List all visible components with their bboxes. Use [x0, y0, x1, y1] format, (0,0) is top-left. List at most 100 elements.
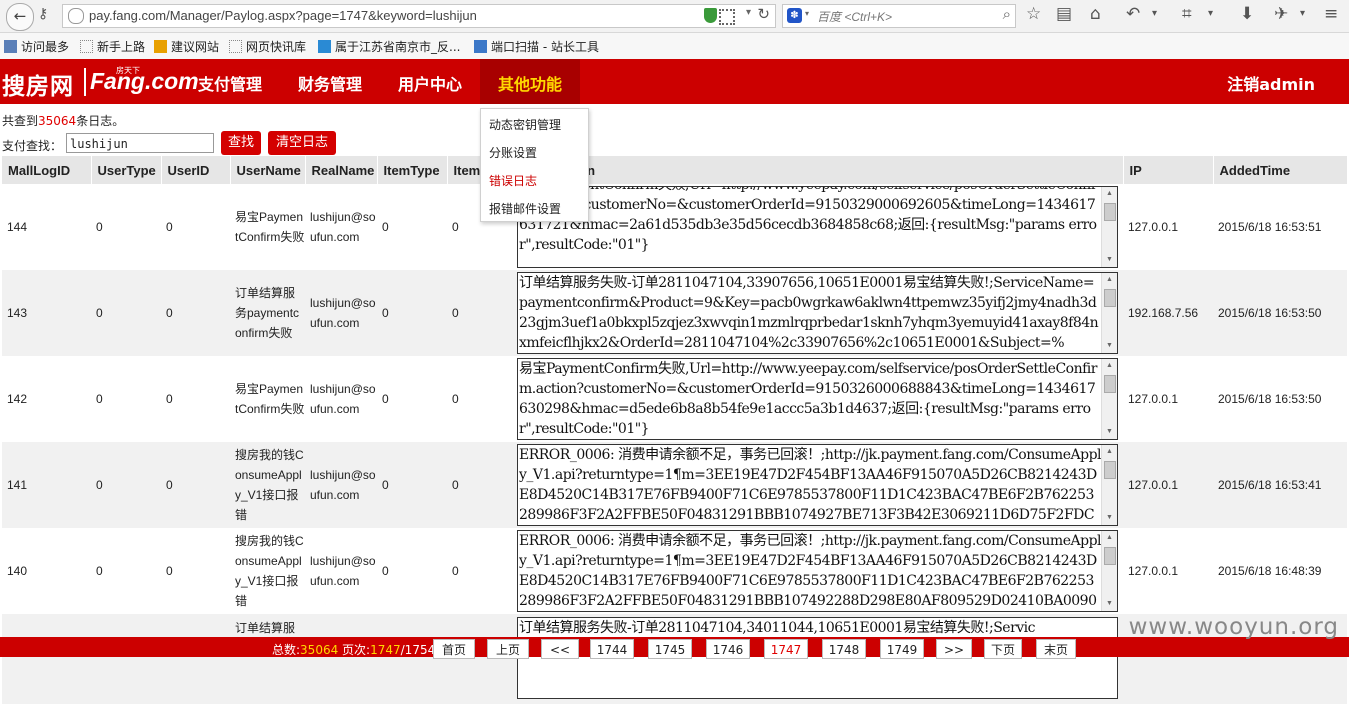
column-header[interactable]: UserName [230, 156, 306, 184]
scroll-down-icon[interactable]: ▼ [1104, 341, 1115, 351]
clear-log-button[interactable]: 清空日志 [268, 131, 336, 155]
menu-icon[interactable]: ≡ [1324, 4, 1338, 24]
logo-text[interactable]: 搜房网 [2, 67, 74, 101]
browser-search-box[interactable]: ✽ ▾ 百度 <Ctrl+K> ⌕ [782, 4, 1016, 28]
column-header[interactable]: UserID [161, 156, 231, 184]
cell-time: 2015/6/18 16:53:51 [1218, 220, 1322, 234]
search-button[interactable]: 查找 [221, 131, 261, 155]
column-header[interactable]: ItemType [377, 156, 448, 184]
column-header[interactable]: UserType [91, 156, 162, 184]
nav-user-center[interactable]: 用户中心 [398, 71, 462, 95]
nav-finance[interactable]: 财务管理 [298, 71, 362, 95]
description-textarea[interactable]: 易宝PaymentConfirm失败,Url=http://www.yeepay… [517, 186, 1118, 268]
scroll-thumb[interactable] [1104, 375, 1116, 393]
scroll-up-icon[interactable]: ▲ [1104, 189, 1115, 199]
bookmark-item[interactable]: 端口扫描 - 站长工具 [474, 38, 599, 55]
description-textarea[interactable]: ERROR_0006: 消费申请余额不足，事务已回滚！;http://jk.pa… [517, 530, 1118, 612]
scroll-down-icon[interactable]: ▼ [1104, 513, 1115, 523]
scrollbar[interactable]: ▲ ▼ [1101, 359, 1117, 439]
cell-time: 2015/6/18 16:53:41 [1213, 442, 1347, 528]
nav-other[interactable]: 其他功能 [498, 71, 562, 95]
chevron-down-icon[interactable]: ▾ [1300, 8, 1305, 19]
search-icon[interactable]: ⌕ [1003, 5, 1011, 23]
pagination-bar: 总数:35064 页次:1747/1754 首页 上页 << 1744 1745… [0, 637, 1349, 659]
column-header[interactable]: IP [1123, 156, 1214, 184]
bookmark-item[interactable]: 属于江苏省南京市_反... [318, 38, 460, 55]
description-textarea[interactable]: ERROR_0006: 消费申请余额不足，事务已回滚！;http://jk.pa… [517, 444, 1118, 526]
shield-icon[interactable] [704, 8, 717, 23]
page-button[interactable]: 1748 [822, 639, 866, 659]
cell-username: 搜房我的钱ConsumeApply_V1接口报错 [230, 442, 305, 528]
logout-link[interactable]: 注销admin [1227, 71, 1315, 95]
menu-item-dynamic-key[interactable]: 动态密钥管理 [489, 116, 561, 133]
page-button[interactable]: 1745 [648, 639, 692, 659]
column-header[interactable]: RealName [305, 156, 378, 184]
addon-icon[interactable]: ✈ [1274, 4, 1288, 24]
chevron-down-icon[interactable]: ▾ [1208, 8, 1213, 19]
page-next-group-button[interactable]: >> [936, 639, 972, 659]
description-textarea[interactable]: 易宝PaymentConfirm失败,Url=http://www.yeepay… [517, 358, 1118, 440]
scroll-up-icon[interactable]: ▲ [1104, 533, 1115, 543]
bookmark-item[interactable]: 建议网站 [154, 38, 219, 55]
star-icon[interactable]: ☆ [1026, 4, 1041, 24]
scroll-thumb[interactable] [1104, 289, 1116, 307]
column-header[interactable]: AddedTime [1213, 156, 1348, 184]
scroll-up-icon[interactable]: ▲ [1104, 447, 1115, 457]
page-prev-group-button[interactable]: << [541, 639, 579, 659]
scrollbar[interactable]: ▲ ▼ [1101, 531, 1117, 611]
menu-item-split-settings[interactable]: 分账设置 [489, 144, 537, 161]
reload-icon[interactable]: ↻ [757, 5, 770, 23]
page-button[interactable]: 1749 [880, 639, 924, 659]
cell-id: 142 [7, 392, 28, 406]
undo-icon[interactable]: ↶ [1126, 4, 1140, 24]
scroll-up-icon[interactable]: ▲ [1104, 361, 1115, 371]
cell-realname: lushijun@soufun.com [310, 554, 376, 588]
reading-list-icon[interactable]: ▤ [1056, 4, 1072, 24]
bookmark-icon [80, 40, 93, 53]
page-button[interactable]: 1744 [590, 639, 634, 659]
bookmark-item[interactable]: 网页快讯库 [229, 38, 306, 55]
scroll-thumb[interactable] [1104, 461, 1116, 479]
cell-userid: 0 [166, 220, 173, 234]
back-button[interactable]: ← [6, 3, 34, 31]
chevron-down-icon[interactable]: ▾ [746, 7, 751, 18]
page-last-button[interactable]: 末页 [1036, 639, 1076, 659]
column-header[interactable]: Description [517, 156, 1124, 184]
chevron-down-icon[interactable]: ▾ [805, 9, 809, 18]
page-prev-button[interactable]: 上页 [487, 639, 529, 659]
scroll-down-icon[interactable]: ▼ [1104, 427, 1115, 437]
address-bar[interactable]: pay.fang.com/Manager/Paylog.aspx?page=17… [62, 4, 776, 28]
scrollbar[interactable]: ▲ ▼ [1101, 273, 1117, 353]
description-textarea[interactable]: 订单结算服务失败-订单2811047104,33907656,10651E000… [517, 272, 1118, 354]
scrollbar[interactable]: ▲ ▼ [1101, 187, 1117, 267]
page-next-button[interactable]: 下页 [984, 639, 1022, 659]
home-icon[interactable]: ⌂ [1090, 4, 1101, 24]
baidu-icon[interactable]: ✽ [787, 8, 802, 23]
log-count: 35064 [38, 114, 77, 128]
page-button-current[interactable]: 1747 [764, 639, 808, 659]
cell-userid: 0 [166, 392, 173, 406]
download-icon[interactable]: ⬇ [1240, 4, 1254, 24]
scroll-down-icon[interactable]: ▼ [1104, 255, 1115, 265]
cell-itemtype: 0 [377, 270, 447, 356]
column-header[interactable]: MallLogID [2, 156, 92, 184]
nav-payment[interactable]: 支付管理 [198, 71, 262, 95]
qr-code-icon[interactable] [719, 9, 735, 25]
bookmark-item[interactable]: 新手上路 [80, 38, 145, 55]
scrollbar[interactable]: ▲ ▼ [1101, 445, 1117, 525]
page-button[interactable]: 1746 [706, 639, 750, 659]
scroll-thumb[interactable] [1104, 203, 1116, 221]
menu-item-error-email[interactable]: 报错邮件设置 [489, 200, 561, 217]
url-text: pay.fang.com/Manager/Paylog.aspx?page=17… [89, 8, 477, 23]
search-input[interactable]: lushijun [66, 133, 214, 153]
bookmark-item[interactable]: 访问最多 [4, 38, 69, 55]
menu-item-error-log[interactable]: 错误日志 [489, 172, 537, 189]
scroll-up-icon[interactable]: ▲ [1104, 275, 1115, 285]
logo-english[interactable]: Fang.com [90, 68, 199, 95]
chevron-down-icon[interactable]: ▾ [1152, 8, 1157, 19]
scroll-down-icon[interactable]: ▼ [1104, 599, 1115, 609]
scroll-thumb[interactable] [1104, 547, 1116, 565]
globe-icon [68, 8, 84, 24]
page-first-button[interactable]: 首页 [433, 639, 475, 659]
crop-icon[interactable]: ⌗ [1182, 4, 1192, 24]
